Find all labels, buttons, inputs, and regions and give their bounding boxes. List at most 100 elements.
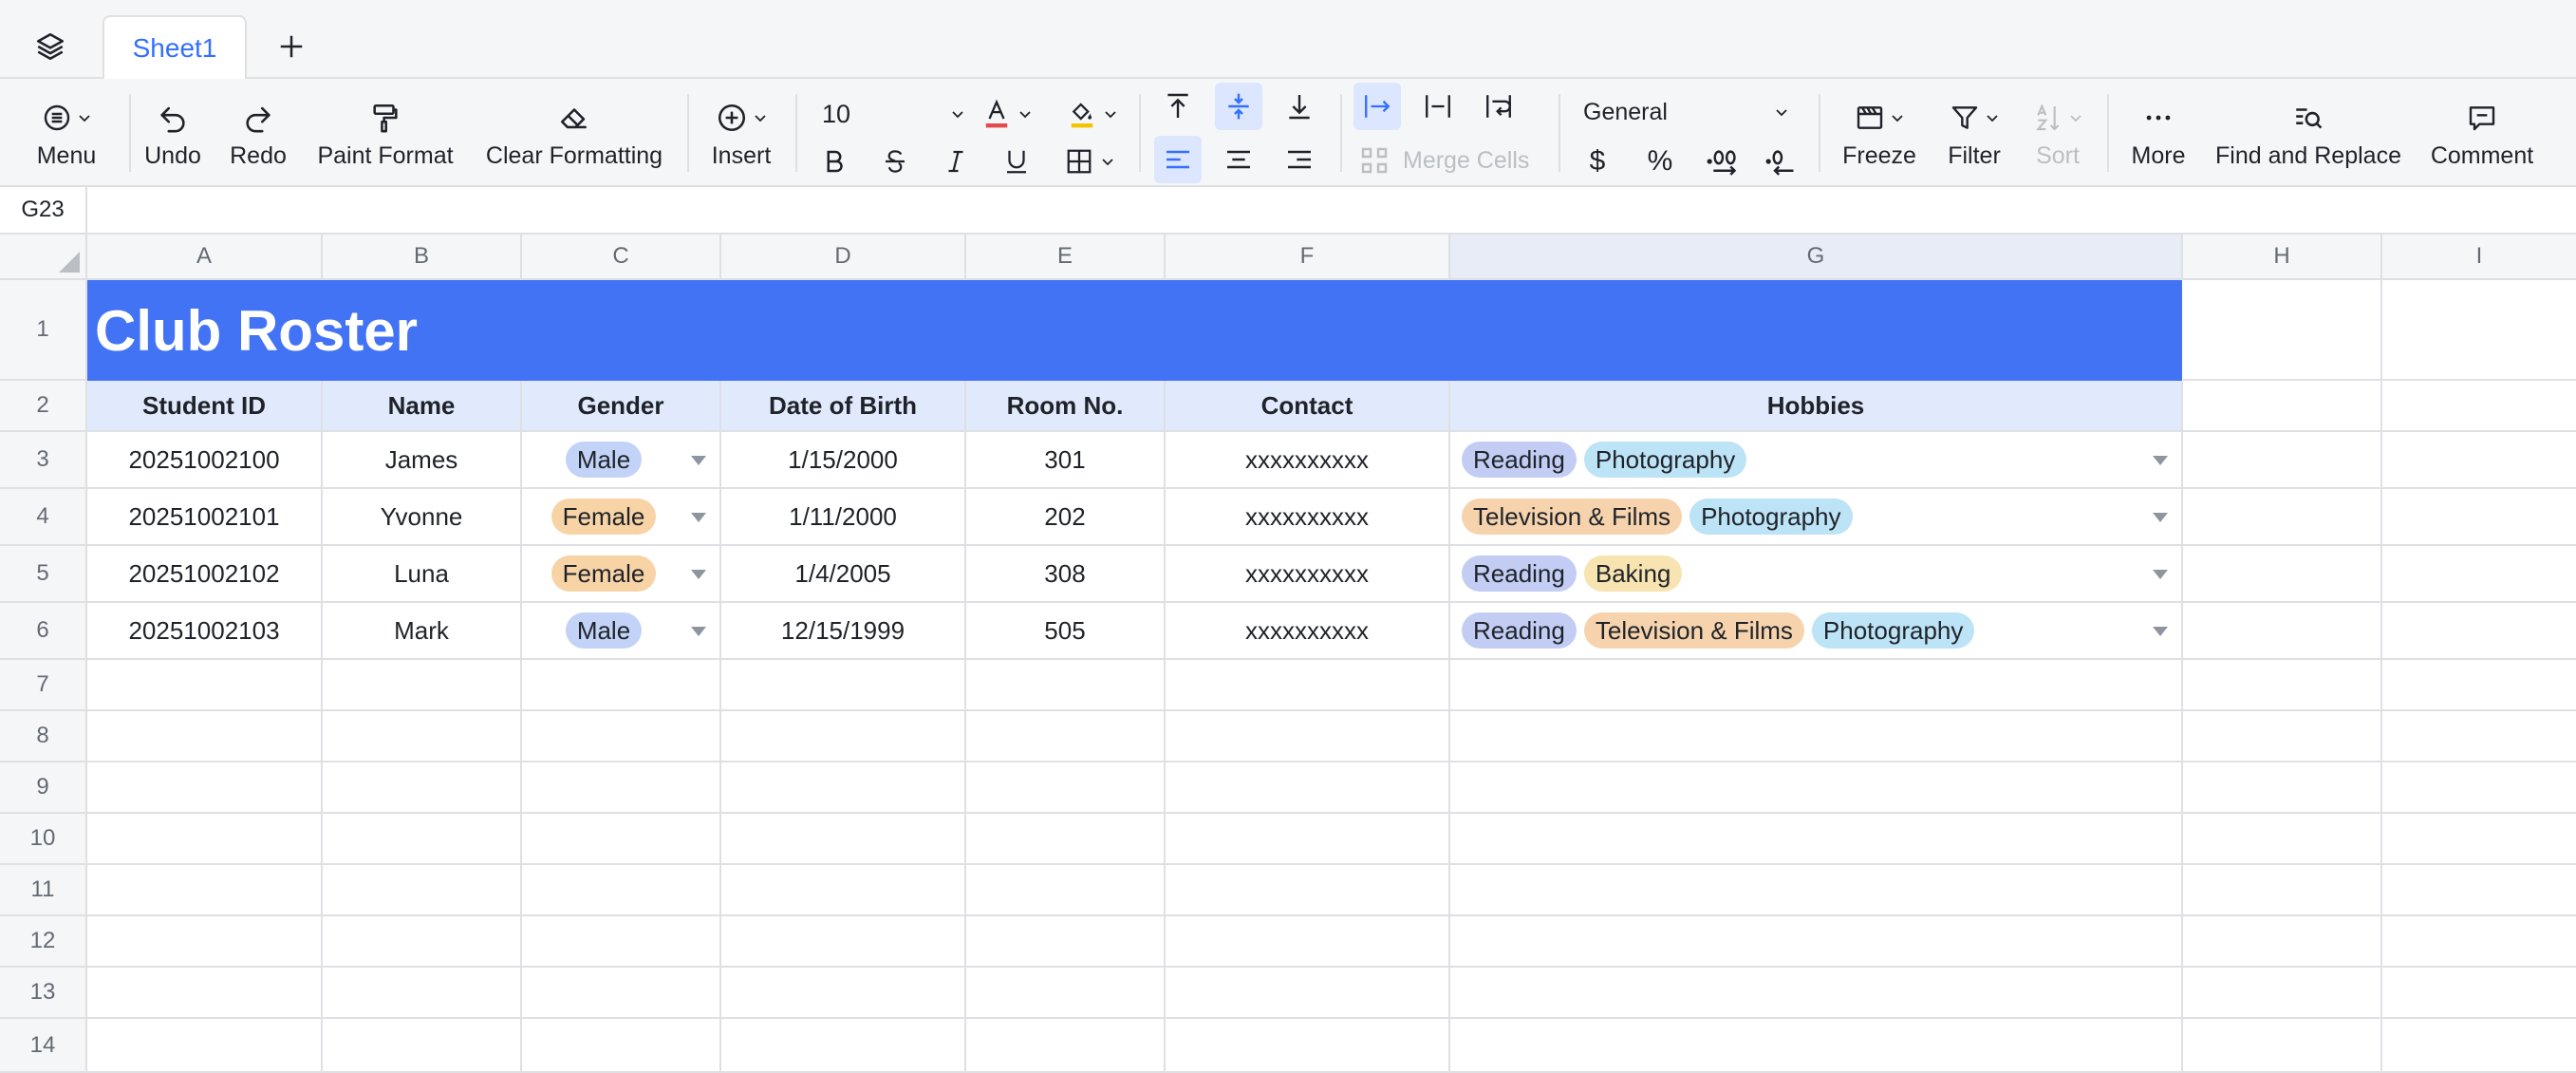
empty-cell[interactable] (522, 814, 721, 865)
cell-contact[interactable]: xxxxxxxxxx (1166, 489, 1450, 546)
underline-button[interactable] (993, 138, 1040, 185)
header-cell-name[interactable]: Name (323, 381, 522, 432)
sheet-title-cell[interactable]: Club Roster (87, 280, 2182, 381)
cell-h5[interactable] (2183, 546, 2382, 603)
empty-cell[interactable] (2382, 814, 2576, 865)
cell-h3[interactable] (2183, 432, 2382, 489)
cell-gender[interactable]: Male (522, 603, 721, 660)
borders-button[interactable] (1054, 138, 1126, 185)
row-header-5[interactable]: 5 (0, 546, 87, 603)
font-size-select[interactable]: 10 (822, 92, 964, 136)
empty-cell[interactable] (2183, 865, 2382, 916)
cell-gender[interactable]: Male (522, 432, 721, 489)
column-header-a[interactable]: A (87, 235, 323, 280)
column-header-e[interactable]: E (966, 235, 1166, 280)
merge-cells-button[interactable]: Merge Cells (1359, 145, 1529, 176)
row-header-3[interactable]: 3 (0, 432, 87, 489)
formula-input[interactable] (89, 187, 2576, 233)
text-color-button[interactable] (974, 90, 1040, 138)
add-sheet-icon[interactable] (268, 23, 315, 70)
cell-name[interactable]: Yvonne (323, 489, 522, 546)
row-header-2[interactable]: 2 (0, 381, 87, 432)
cell-student-id[interactable]: 20251002101 (87, 489, 323, 546)
decrease-decimal-button[interactable] (1758, 138, 1805, 185)
empty-cell[interactable] (966, 762, 1166, 814)
empty-cell[interactable] (2183, 1019, 2382, 1073)
empty-cell[interactable] (966, 916, 1166, 968)
empty-cell[interactable] (966, 711, 1166, 762)
empty-cell[interactable] (323, 968, 522, 1019)
empty-cell[interactable] (721, 660, 966, 711)
cell-date-of-birth[interactable]: 12/15/1999 (721, 603, 966, 660)
empty-cell[interactable] (2183, 916, 2382, 968)
align-top-button[interactable] (1154, 83, 1202, 130)
empty-cell[interactable] (323, 814, 522, 865)
empty-cell[interactable] (721, 865, 966, 916)
text-overflow-button[interactable] (1353, 83, 1401, 130)
clear-formatting-button[interactable]: Clear Formatting (478, 79, 670, 187)
empty-cell[interactable] (721, 711, 966, 762)
cell-contact[interactable]: xxxxxxxxxx (1166, 546, 1450, 603)
empty-cell[interactable] (721, 1019, 966, 1073)
row-header-9[interactable]: 9 (0, 762, 87, 814)
cell-h2[interactable] (2183, 381, 2382, 432)
dropdown-arrow-icon[interactable] (2153, 513, 2168, 522)
cell-room-no[interactable]: 301 (966, 432, 1166, 489)
align-bottom-button[interactable] (1276, 83, 1323, 130)
empty-cell[interactable] (87, 660, 323, 711)
row-header-13[interactable]: 13 (0, 968, 87, 1019)
align-right-button[interactable] (1276, 136, 1323, 183)
cell-i4[interactable] (2382, 489, 2576, 546)
cell-name[interactable]: Mark (323, 603, 522, 660)
empty-cell[interactable] (2382, 711, 2576, 762)
empty-cell[interactable] (2382, 1019, 2576, 1073)
dropdown-arrow-icon[interactable] (2153, 456, 2168, 465)
paint-format-button[interactable]: Paint Format (309, 79, 461, 187)
empty-cell[interactable] (721, 916, 966, 968)
empty-cell[interactable] (2382, 968, 2576, 1019)
empty-cell[interactable] (1166, 762, 1450, 814)
align-middle-button[interactable] (1215, 83, 1262, 130)
fill-color-button[interactable] (1059, 90, 1126, 138)
empty-cell[interactable] (1166, 1019, 1450, 1073)
cell-date-of-birth[interactable]: 1/15/2000 (721, 432, 966, 489)
cell-h1[interactable] (2183, 280, 2382, 381)
cell-i1[interactable] (2382, 280, 2576, 381)
empty-cell[interactable] (1166, 711, 1450, 762)
dropdown-arrow-icon[interactable] (691, 456, 706, 465)
cell-reference-box[interactable]: G23 (0, 187, 87, 233)
strikethrough-button[interactable] (871, 138, 919, 185)
column-header-i[interactable]: I (2382, 235, 2576, 280)
layers-icon[interactable] (27, 23, 74, 70)
empty-cell[interactable] (2382, 660, 2576, 711)
empty-cell[interactable] (522, 865, 721, 916)
empty-cell[interactable] (2382, 865, 2576, 916)
empty-cell[interactable] (1166, 660, 1450, 711)
empty-cell[interactable] (2183, 814, 2382, 865)
empty-cell[interactable] (323, 865, 522, 916)
row-header-7[interactable]: 7 (0, 660, 87, 711)
empty-cell[interactable] (2183, 762, 2382, 814)
empty-cell[interactable] (966, 968, 1166, 1019)
empty-cell[interactable] (522, 660, 721, 711)
empty-cell[interactable] (87, 916, 323, 968)
currency-format-button[interactable]: $ (1574, 138, 1621, 185)
empty-cell[interactable] (966, 1019, 1166, 1073)
insert-button[interactable]: Insert (702, 79, 780, 187)
row-header-1[interactable]: 1 (0, 280, 87, 381)
column-header-d[interactable]: D (721, 235, 966, 280)
empty-cell[interactable] (522, 968, 721, 1019)
empty-cell[interactable] (721, 762, 966, 814)
column-header-f[interactable]: F (1166, 235, 1450, 280)
column-header-g[interactable]: G (1450, 235, 2183, 280)
cell-contact[interactable]: xxxxxxxxxx (1166, 603, 1450, 660)
cell-hobbies[interactable]: Television & Films Photography (1450, 489, 2183, 546)
number-format-select[interactable]: General (1583, 90, 1788, 134)
header-cell-hobbies[interactable]: Hobbies (1450, 381, 2183, 432)
row-header-11[interactable]: 11 (0, 865, 87, 916)
tab-sheet1[interactable]: Sheet1 (103, 15, 247, 80)
cell-h6[interactable] (2183, 603, 2382, 660)
empty-cell[interactable] (1166, 916, 1450, 968)
redo-button[interactable]: Redo (224, 79, 292, 187)
empty-cell[interactable] (522, 711, 721, 762)
